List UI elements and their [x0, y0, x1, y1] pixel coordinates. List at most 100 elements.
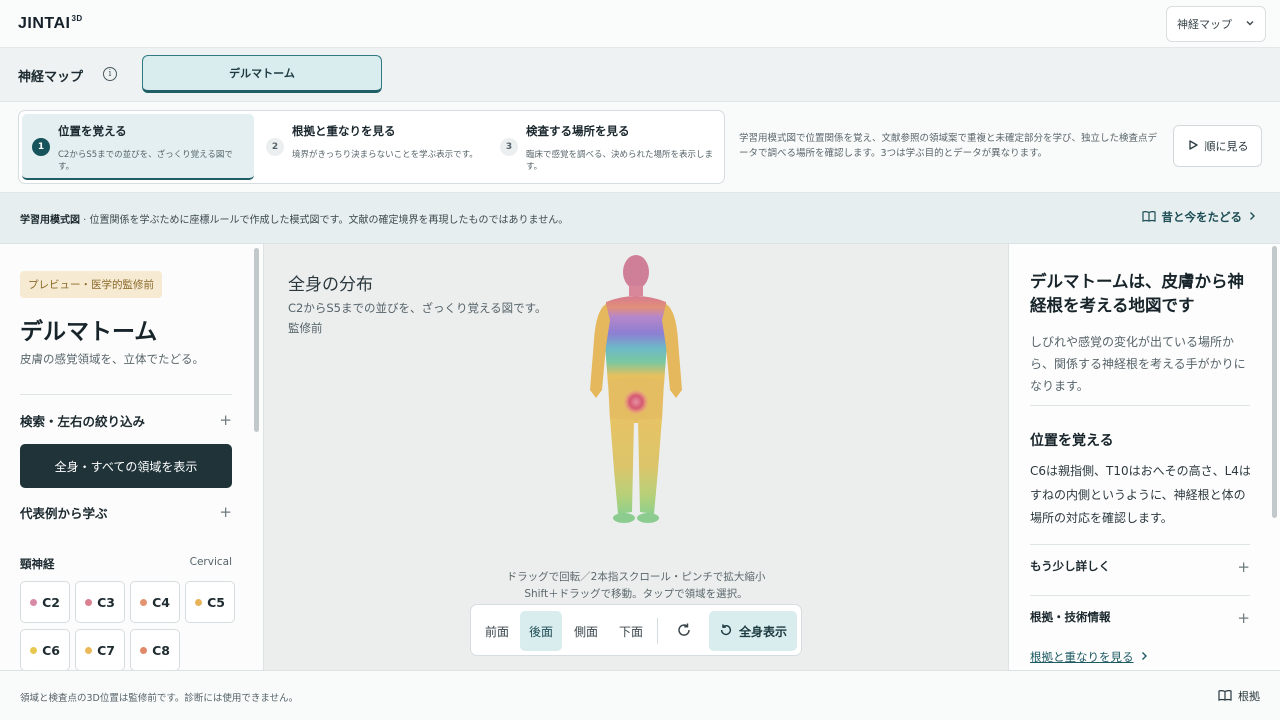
step-3[interactable]: 3 検査する場所を見る 臨床で感覚を調べる、決められた場所を表示します。 [490, 114, 722, 180]
evidence-link[interactable]: 根拠 [1218, 688, 1260, 704]
color-dot [30, 598, 38, 606]
nerve-chip-label: C4 [152, 594, 170, 610]
sacral-region [622, 388, 650, 416]
step-title: 位置を覚える [58, 124, 127, 138]
show-all-button[interactable]: 全身・すべての領域を表示 [20, 444, 232, 488]
left-foot [613, 513, 635, 523]
module-row: 神経マップ i デルマトーム [0, 48, 1280, 102]
step-title: 検査する場所を見る [526, 124, 630, 138]
more-details-accordion[interactable]: もう少し詳しく + [1030, 558, 1250, 576]
next-step-link[interactable]: 根拠と重なりを見る [1030, 649, 1148, 665]
color-dot [85, 598, 93, 606]
shift-drag-hint: Shift＋ドラッグで移動。タップで領域を選択。 [524, 588, 748, 600]
plus-icon: + [219, 411, 232, 429]
module-select[interactable]: 神経マップ [1166, 6, 1266, 42]
body-model[interactable] [576, 250, 696, 526]
reset-rotation-button[interactable] [667, 611, 701, 651]
view-back-button[interactable]: 後面 [520, 611, 562, 651]
step-2[interactable]: 2 根拠と重なりを見る 境界がきっちり決まらないことを学ぶ表示です。 [256, 114, 488, 180]
toolbar-divider [657, 618, 658, 644]
step-desc: 境界がきっちり決まらないことを学ぶ表示です。 [292, 150, 478, 160]
search-filter-accordion[interactable]: 検索・左右の絞り込み + [20, 411, 232, 430]
rotate-left-icon [719, 623, 733, 640]
page-subtitle: 皮膚の感覚領域を、立体でたどる。 [20, 352, 204, 366]
step-number: 2 [266, 138, 284, 156]
nerve-chip-c3[interactable]: C3 [75, 581, 125, 623]
divider [20, 394, 232, 395]
divider [1030, 595, 1250, 596]
top-bar: JINTAI3D 神経マップ [0, 0, 1280, 48]
nerve-chip-c7[interactable]: C7 [75, 629, 125, 670]
color-dot [30, 646, 38, 654]
step-desc: 臨床で感覚を調べる、決められた場所を表示します。 [526, 150, 714, 172]
book-icon [1141, 210, 1156, 225]
view-side-button[interactable]: 側面 [566, 611, 606, 651]
chevron-right-icon [1248, 210, 1256, 224]
viewer-subtitle: C2からS5までの並びを、ざっくり覚える図です。 監修前 [288, 298, 546, 338]
preview-badge: プレビュー・医学的監修前 [20, 271, 162, 298]
left-panel: プレビュー・医学的監修前 デルマトーム 皮膚の感覚領域を、立体でたどる。 検索・… [0, 244, 264, 670]
full-view-label: 全身表示 [738, 624, 787, 639]
step-number: 1 [32, 138, 50, 156]
step-title: 根拠と重なりを見る [292, 124, 396, 138]
model-notice: 学習用模式図 · 位置関係を学ぶために座標ルールで作成した模式図です。文献の確定… [0, 193, 1280, 244]
chevron-right-icon [1140, 650, 1148, 664]
right-leg [638, 418, 662, 514]
drag-hint: ドラッグで回転／2本指スクロール・ピンチで拡大縮小 [506, 571, 766, 583]
right-scrollbar[interactable] [1272, 246, 1277, 518]
footer: 領域と検査点の3D位置は監修前です。診断には使用できません。 根拠 [0, 670, 1280, 720]
full-view-button[interactable]: 全身表示 [709, 611, 797, 651]
review-status: 監修前 [288, 321, 323, 335]
section-text: C6は親指側、T10はおへその高さ、L4はすねの内側というように、神経根と体の場… [1030, 464, 1251, 525]
step-1[interactable]: 1 位置を覚える C2からS5までの並びを、ざっくり覚える図です。 [22, 114, 254, 180]
nerve-chip-c8[interactable]: C8 [130, 629, 180, 670]
torso [604, 296, 668, 390]
nerve-chip-label: C5 [207, 594, 225, 610]
plus-icon: + [1237, 558, 1250, 576]
nerve-chip-label: C3 [97, 594, 115, 610]
tab-dermatome[interactable]: デルマトーム [142, 55, 382, 93]
info-heading: デルマトームは、皮膚から神経根を考える地図です [1030, 272, 1245, 315]
view-bottom-button[interactable]: 下面 [611, 611, 651, 651]
view-toolbar: 前面 後面 側面 下面 全身表示 [470, 604, 802, 656]
steps-row: 1 位置を覚える C2からS5までの並びを、ざっくり覚える図です。 2 根拠と重… [0, 102, 1280, 193]
play-in-order-button[interactable]: 順に見る [1173, 125, 1262, 167]
nerve-chip-label: C8 [152, 642, 170, 658]
left-leg [610, 418, 634, 514]
nerve-chip-c6[interactable]: C6 [20, 629, 70, 670]
viewer-panel: 全身の分布 C2からS5までの並びを、ざっくり覚える図です。 監修前 ドラッグで… [264, 244, 1008, 670]
info-intro: しびれや感覚の変化が出ている場所から、関係する神経根を考える手がかりになります。 [1030, 335, 1246, 393]
plus-icon: + [219, 503, 232, 521]
color-dot [140, 646, 148, 654]
app-logo[interactable]: JINTAI3D [18, 14, 83, 33]
head [623, 255, 649, 289]
divider [1030, 544, 1250, 545]
view-front-button[interactable]: 前面 [477, 611, 517, 651]
steps-note: 学習用模式図で位置関係を覚え、文献参照の領域案で重複と未確定部分を学び、独立した… [739, 133, 1158, 159]
nerve-chip-c4[interactable]: C4 [130, 581, 180, 623]
page-title: デルマトーム [20, 319, 158, 345]
module-title: 神経マップ [18, 70, 84, 85]
refresh-icon [676, 622, 692, 641]
play-in-order-label: 順に見る [1204, 140, 1249, 153]
tech-info-accordion[interactable]: 根拠・技術情報 + [1030, 609, 1250, 627]
nerve-chip-label: C2 [42, 594, 60, 610]
step-number: 3 [500, 138, 518, 156]
right-foot [637, 513, 659, 523]
module-select-value: 神経マップ [1177, 18, 1232, 31]
footer-disclaimer: 領域と検査点の3D位置は監修前です。診断には使用できません。 [20, 693, 299, 704]
play-icon [1187, 139, 1199, 154]
nerve-chip-label: C6 [42, 642, 60, 658]
left-scrollbar[interactable] [254, 248, 259, 432]
nerve-chip-c5[interactable]: C5 [185, 581, 235, 623]
history-link[interactable]: 昔と今をたどる [1141, 209, 1257, 225]
examples-accordion[interactable]: 代表例から学ぶ + [20, 503, 232, 522]
cervical-group-header: 頸神経 Cervical [20, 556, 232, 571]
book-icon [1218, 689, 1232, 704]
steps-box: 1 位置を覚える C2からS5までの並びを、ざっくり覚える図です。 2 根拠と重… [18, 110, 725, 184]
info-icon[interactable]: i [103, 67, 117, 81]
notice-text: 学習用模式図 · 位置関係を学ぶために座標ルールで作成した模式図です。文献の確定… [20, 215, 569, 226]
neck [629, 286, 643, 296]
color-dot [140, 598, 148, 606]
nerve-chip-c2[interactable]: C2 [20, 581, 70, 623]
